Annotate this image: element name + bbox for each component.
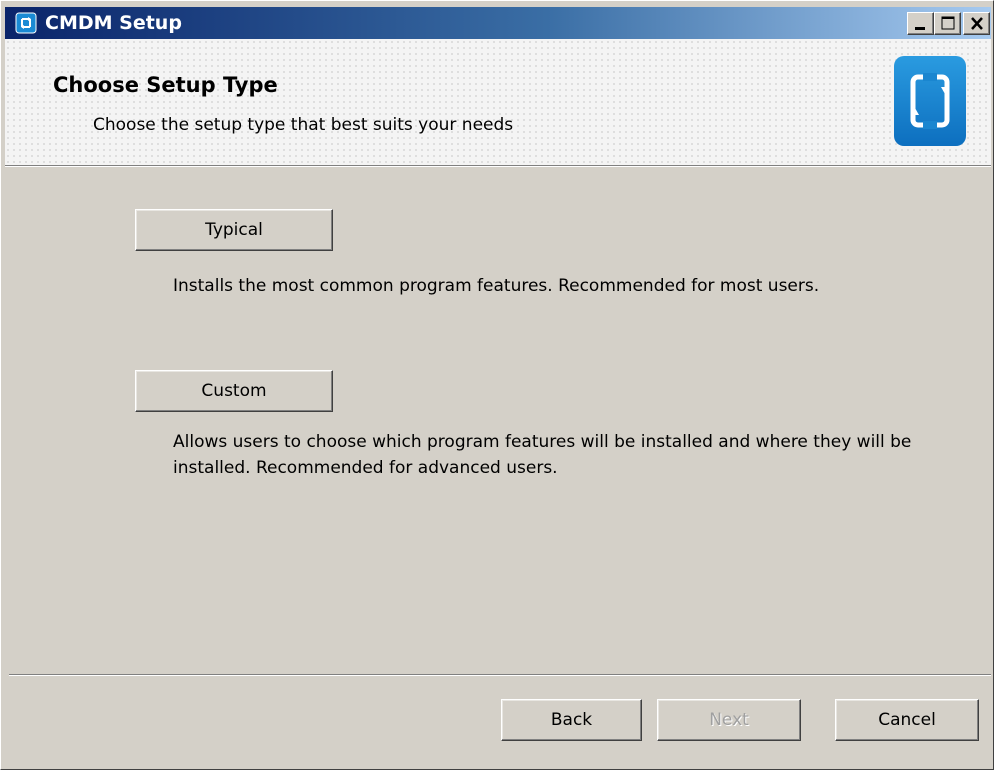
maximize-icon — [941, 16, 955, 30]
cmdm-app-icon[interactable] — [15, 12, 37, 34]
minimize-button[interactable] — [907, 12, 934, 35]
setup-window: CMDM Setup Choose Setup Type Choose the … — [0, 0, 994, 770]
back-button[interactable]: Back — [501, 699, 642, 741]
maximize-button[interactable] — [934, 12, 961, 35]
close-icon — [971, 17, 983, 30]
window-title: CMDM Setup — [45, 12, 182, 34]
typical-description: Installs the most common program feature… — [173, 276, 820, 296]
page-title: Choose Setup Type — [53, 73, 278, 97]
page-subtitle: Choose the setup type that best suits yo… — [93, 115, 514, 135]
custom-description: Allows users to choose which program fea… — [173, 432, 912, 478]
next-button[interactable]: Next — [657, 699, 801, 741]
minimize-icon — [915, 27, 925, 30]
header-divider — [5, 165, 991, 167]
title-bar[interactable]: CMDM Setup — [5, 7, 991, 39]
typical-button[interactable]: Typical — [135, 209, 333, 251]
close-button[interactable] — [963, 12, 990, 35]
custom-button[interactable]: Custom — [135, 370, 333, 412]
device-rotate-icon — [894, 56, 966, 146]
header-banner: Choose Setup Type Choose the setup type … — [5, 39, 991, 165]
footer-divider — [9, 674, 991, 676]
cancel-button[interactable]: Cancel — [835, 699, 979, 741]
